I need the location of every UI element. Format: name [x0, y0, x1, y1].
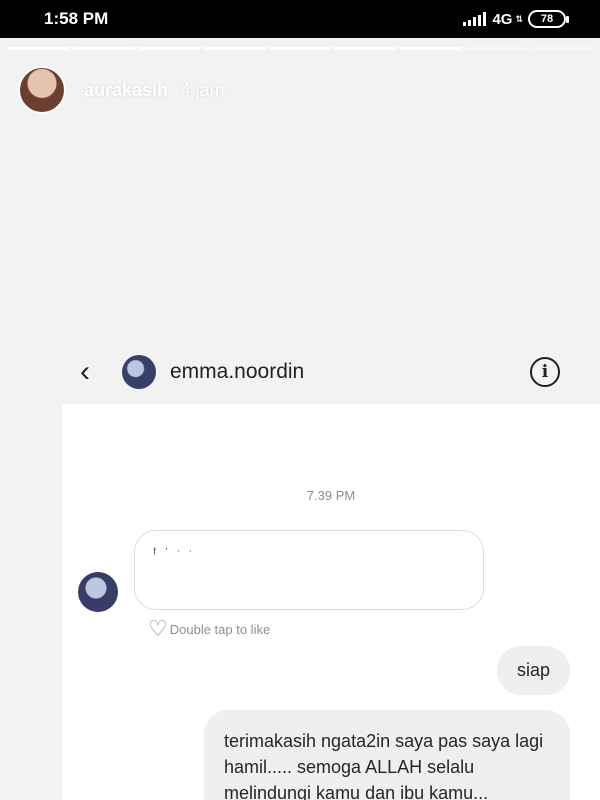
sent-message-bubble[interactable]: terimakasih ngata2in saya pas saya lagi …: [204, 710, 570, 800]
received-message-bubble[interactable]: ᶠ ˈ ˑ ˑ: [134, 530, 484, 610]
signal-icon: [463, 12, 487, 26]
story-avatar[interactable]: [18, 66, 66, 114]
story-segment: [73, 47, 136, 50]
sent-message-bubble[interactable]: siap: [496, 646, 570, 695]
story-header: aurakasih 4 jam: [18, 66, 225, 114]
story-segment: [399, 47, 462, 50]
story-segment: [464, 47, 527, 50]
status-bar: 1:58 PM 4G ⇅ 78: [0, 0, 600, 38]
status-time: 1:58 PM: [44, 9, 109, 28]
battery-level: 78: [540, 13, 554, 25]
story-progress-bar: [8, 47, 592, 50]
battery-icon: 78: [528, 10, 569, 28]
double-tap-label: Double tap to like: [169, 621, 271, 637]
story-segment: [529, 47, 592, 50]
dm-avatar[interactable]: [122, 355, 156, 389]
sender-avatar[interactable]: [78, 572, 118, 612]
story-segment: [8, 47, 71, 50]
info-icon[interactable]: i: [530, 357, 560, 387]
double-tap-hint[interactable]: ♡ Double tap to like: [148, 618, 270, 640]
story-time-ago: 4 jam: [180, 79, 225, 100]
heart-outline-icon[interactable]: ♡: [148, 618, 168, 640]
chevron-left-icon[interactable]: ‹: [80, 357, 110, 387]
network-type: 4G: [492, 10, 513, 28]
story-segment: [203, 47, 266, 50]
dm-username[interactable]: emma.noordin: [170, 360, 304, 384]
dm-conversation: 7.39 PM ᶠ ˈ ˑ ˑ ♡ Double tap to like sia…: [62, 404, 600, 800]
story-segment: [268, 47, 332, 50]
received-message-text: ᶠ ˈ ˑ ˑ: [153, 545, 195, 561]
story-segment: [138, 47, 201, 50]
story-segment: [334, 47, 397, 50]
dm-header: ‹ emma.noordin i: [62, 340, 582, 404]
status-indicators: 4G ⇅ 78: [463, 10, 569, 28]
message-timestamp: 7.39 PM: [306, 488, 356, 503]
story-username[interactable]: aurakasih: [84, 80, 168, 100]
data-activity-icon: ⇅: [515, 13, 522, 24]
